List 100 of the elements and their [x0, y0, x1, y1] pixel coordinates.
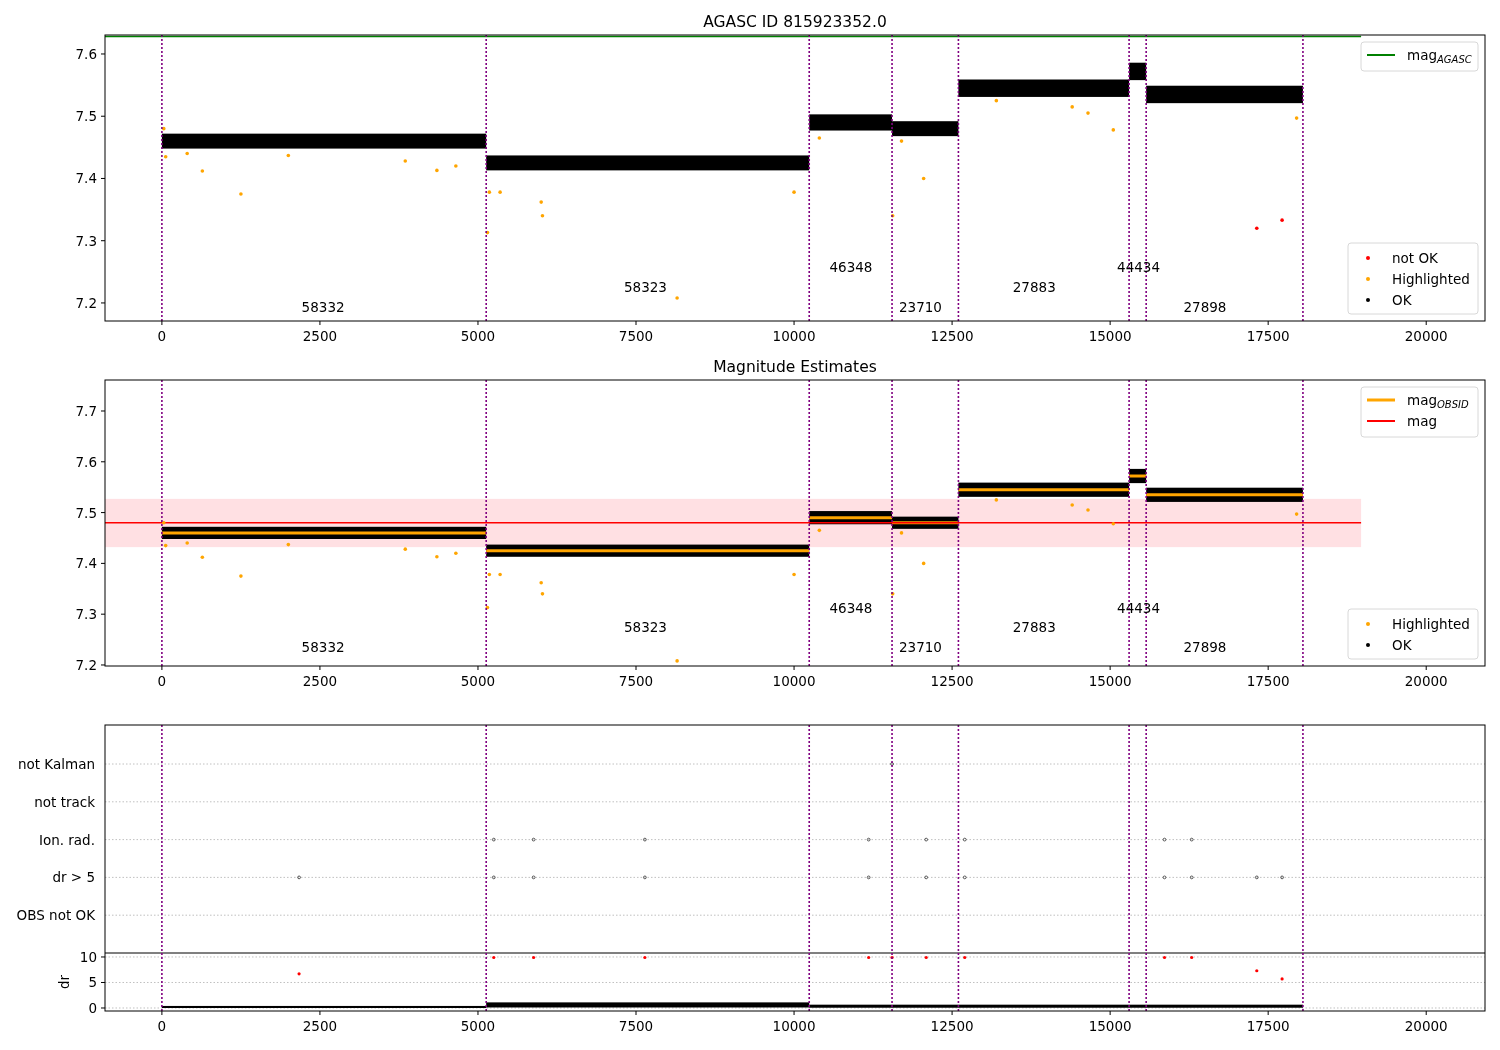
flag-marker [531, 837, 536, 842]
data-point [540, 214, 545, 218]
x-tick-label: 5000 [460, 328, 496, 344]
flag-row-label: OBS not OK [16, 907, 95, 924]
data-point [675, 659, 679, 663]
x-tick-label: 17500 [1246, 1018, 1290, 1034]
flag-marker [297, 875, 301, 880]
data-point [487, 190, 492, 194]
obsid-label: 27883 [1012, 619, 1056, 636]
flag-marker [643, 837, 647, 842]
data-point [890, 214, 895, 218]
data-point [924, 955, 928, 960]
flag-marker [492, 875, 496, 880]
x-tick-label: 12500 [930, 673, 974, 689]
data-point [1070, 105, 1074, 109]
y-tick-label: 7.4 [75, 555, 97, 572]
data-point [899, 531, 904, 535]
obsid-label: 23710 [899, 639, 942, 656]
data-point [675, 296, 679, 300]
x-tick-label: 20000 [1404, 1018, 1448, 1034]
data-point [239, 192, 243, 196]
data-point [890, 955, 894, 960]
data-point [817, 136, 822, 140]
legend-label: mag$_{OBSID}$ [1407, 392, 1469, 410]
x-tick-label: 10000 [772, 328, 816, 344]
data-point [1255, 226, 1259, 231]
data-point [487, 572, 492, 577]
flag-row-label: not Kalman [17, 756, 95, 772]
data-point [435, 555, 439, 559]
obsid-label: 46348 [829, 599, 873, 616]
data-point [454, 164, 458, 168]
data-point [994, 98, 999, 103]
obsid-label: 27898 [1183, 299, 1227, 316]
flag-marker [492, 837, 496, 842]
flag-marker [890, 762, 894, 766]
flag-marker [1255, 875, 1259, 880]
segment-mean-line [1129, 474, 1147, 478]
x-tick-label: 12500 [930, 328, 974, 344]
flag-marker [962, 875, 967, 880]
x-tick-label: 0 [157, 673, 167, 689]
x-tick-label: 0 [157, 1018, 167, 1034]
data-point [1086, 508, 1090, 512]
x-tick-label: 7500 [618, 1018, 654, 1034]
y-tick-label: 7.5 [75, 504, 97, 521]
x-tick-label: 2500 [302, 1018, 338, 1034]
obsid-label: 58323 [624, 619, 667, 636]
flag-row-label: Ion. rad. [38, 831, 95, 848]
x-tick-label: 5000 [460, 1018, 496, 1034]
data-point [1190, 955, 1194, 960]
data-point [532, 955, 536, 960]
y-tick-label: 10 [79, 949, 97, 965]
x-tick-label: 15000 [1088, 1018, 1132, 1034]
data-point [435, 168, 439, 173]
y-tick-label: 7.3 [75, 232, 97, 249]
obsid-label: 23710 [899, 299, 942, 316]
legend-label: Highlighted [1392, 271, 1470, 287]
data-point [1070, 503, 1074, 507]
data-point [921, 561, 926, 566]
obsid-label: 58332 [301, 299, 345, 316]
data-point [454, 551, 458, 556]
legend-label: mag [1407, 413, 1437, 429]
data-point [403, 547, 408, 551]
x-tick-label: 10000 [772, 1018, 816, 1034]
data-point [492, 955, 496, 960]
data-point [539, 200, 543, 204]
data-point [239, 574, 243, 578]
data-point [498, 190, 502, 194]
y-tick-label: 0 [88, 1000, 97, 1016]
flag-marker [866, 875, 871, 880]
data-point [539, 580, 543, 585]
flag-row-label: dr > 5 [52, 869, 95, 886]
flag-marker [1280, 875, 1284, 880]
y-tick-label: 7.3 [75, 606, 97, 623]
data-point [185, 541, 189, 545]
y-tick-label: 7.5 [75, 108, 97, 125]
x-tick-label: 2500 [302, 328, 338, 344]
data-point [163, 154, 168, 159]
legend-label: OK [1392, 292, 1412, 308]
legend-label: OK [1392, 637, 1412, 653]
data-point [921, 176, 926, 181]
data-point [162, 126, 166, 131]
data-point [485, 230, 490, 235]
data-point [994, 498, 999, 502]
flag-marker [866, 837, 871, 842]
x-tick-label: 15000 [1088, 673, 1132, 689]
flag-marker [962, 837, 967, 842]
flag-marker [531, 875, 536, 880]
data-point [163, 543, 168, 548]
chart-title: AGASC ID 815923352.0 [703, 13, 887, 31]
data-point [817, 528, 822, 533]
legend-label: mag$_{AGASC}$ [1407, 47, 1472, 65]
data-point [286, 542, 291, 547]
obsid-label: 46348 [829, 258, 873, 275]
x-tick-label: 20000 [1404, 673, 1448, 689]
data-point [1294, 512, 1299, 516]
data-point [867, 955, 871, 960]
x-tick-label: 7500 [618, 673, 654, 689]
chart-title: Magnitude Estimates [713, 358, 877, 376]
flag-marker [924, 837, 928, 842]
x-tick-label: 10000 [772, 673, 816, 689]
